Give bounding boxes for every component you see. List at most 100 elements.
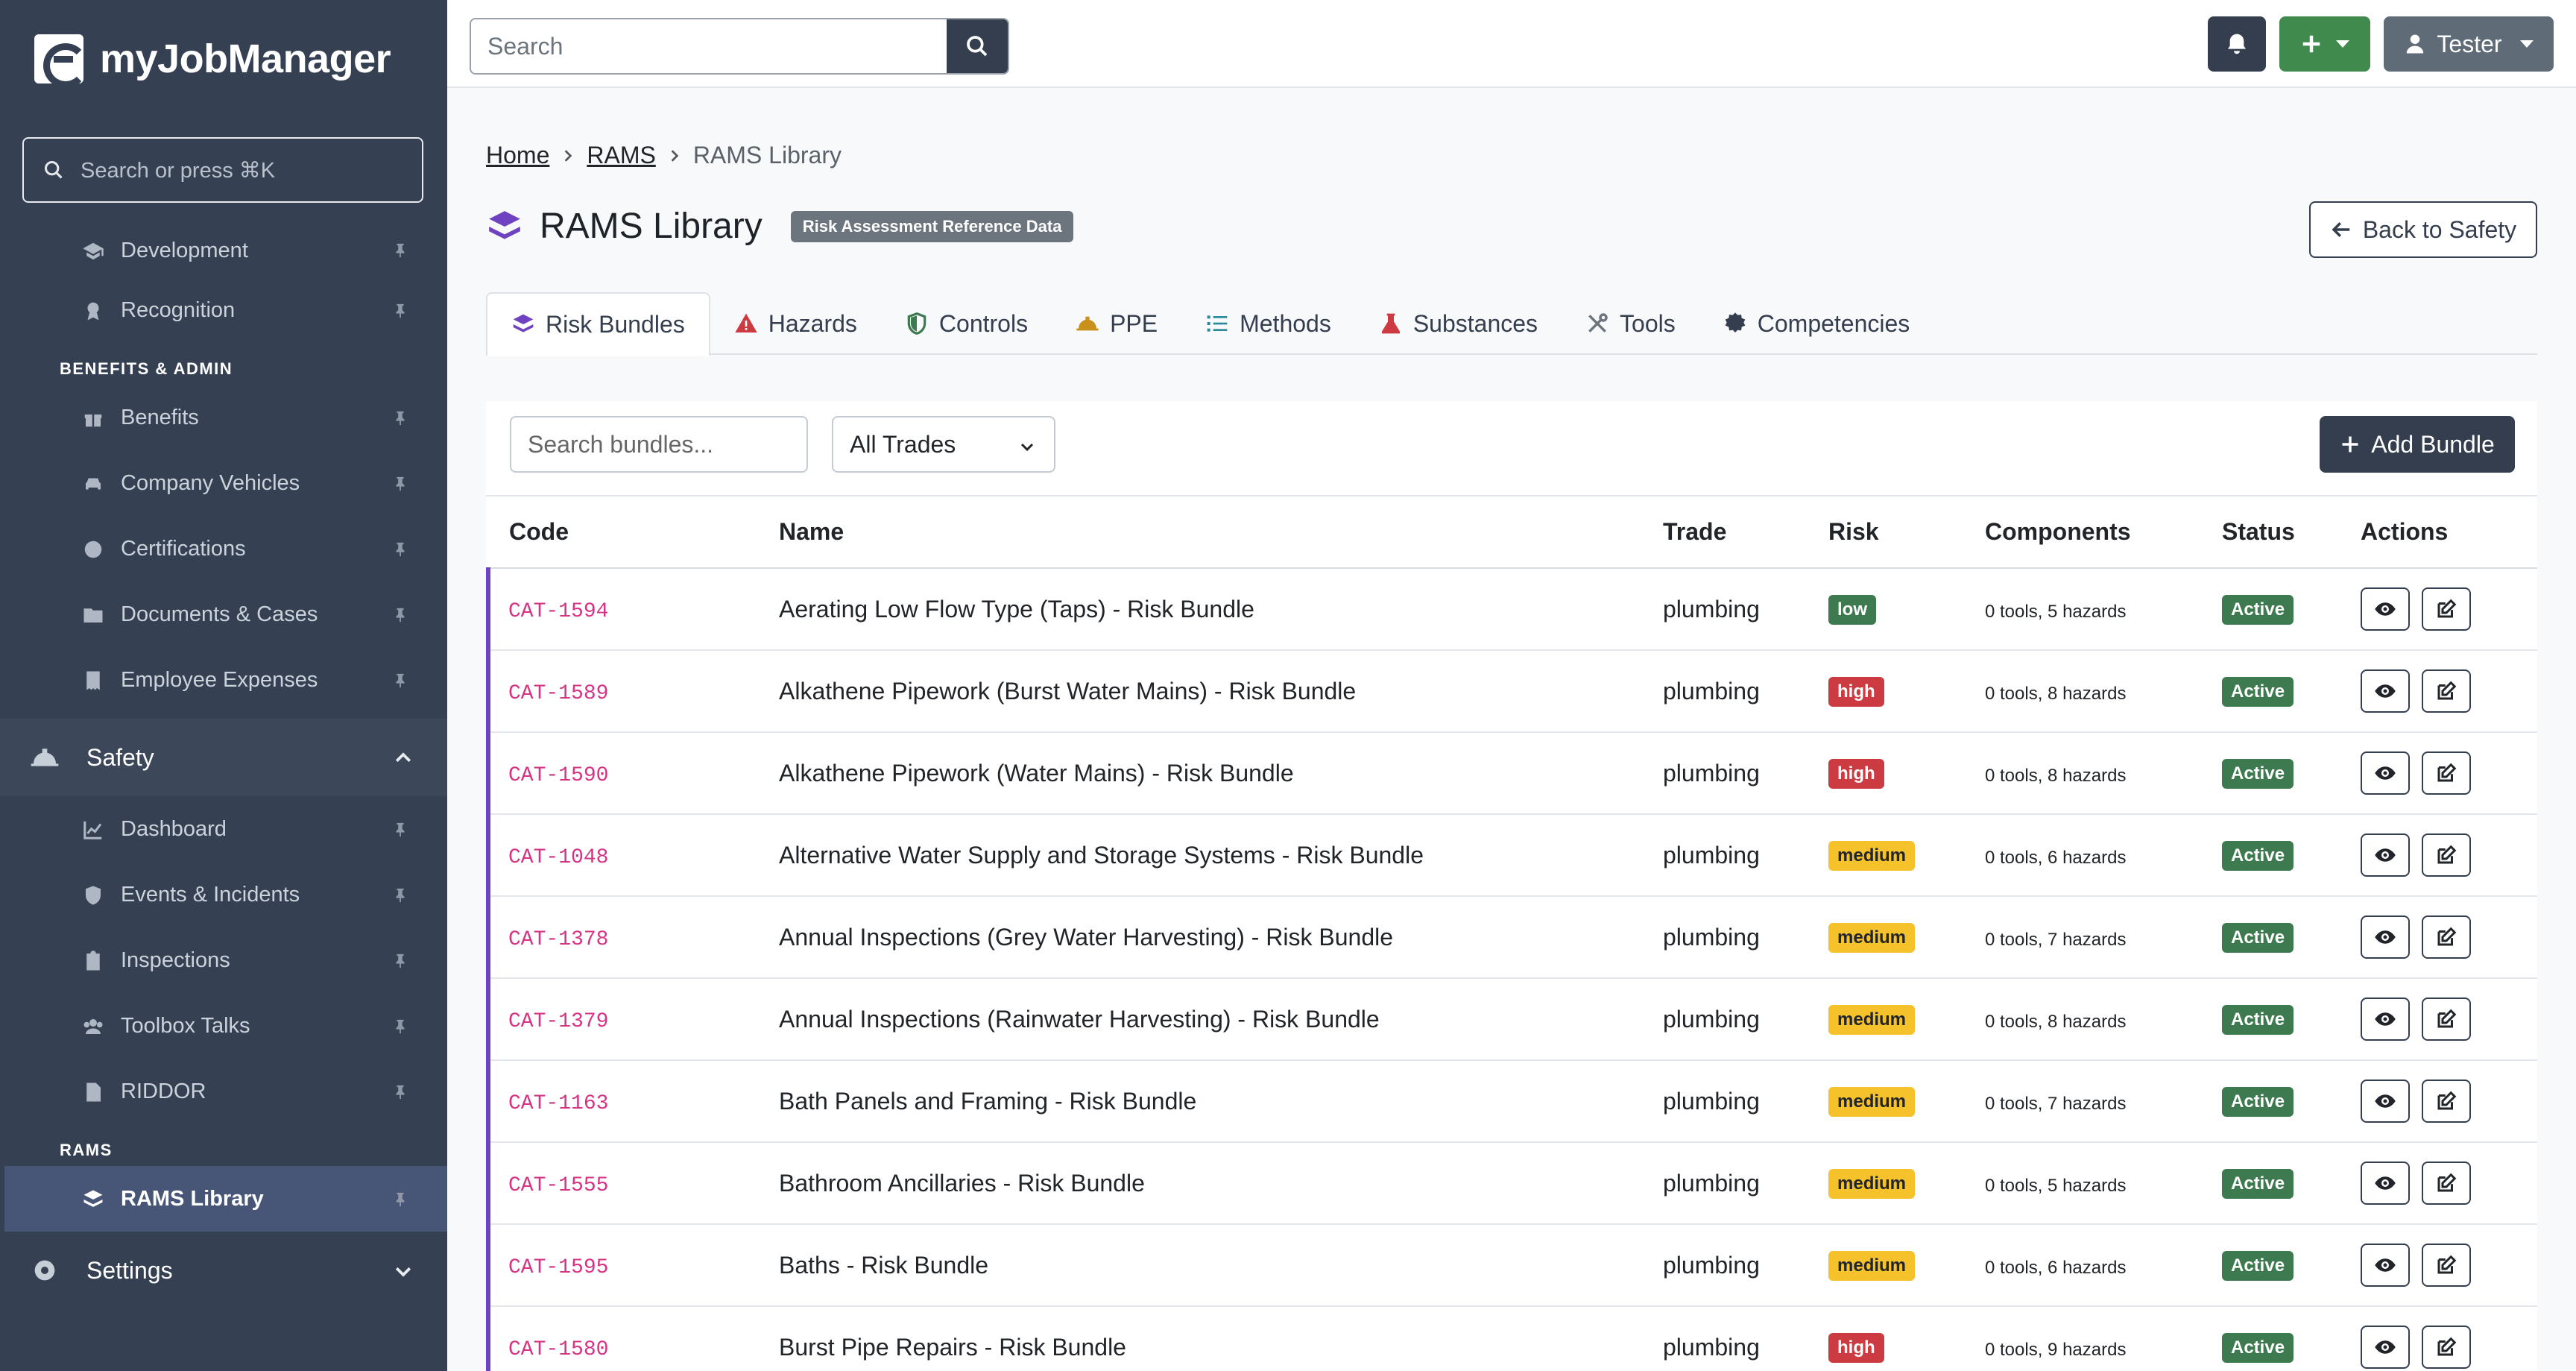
tab-risk-bundles[interactable]: Risk Bundles <box>486 292 710 356</box>
tab-hazards[interactable]: Hazards <box>710 292 881 355</box>
view-button[interactable] <box>2361 751 2410 795</box>
edit-button[interactable] <box>2422 1162 2471 1205</box>
pin-icon[interactable] <box>392 952 408 970</box>
edit-button[interactable] <box>2422 587 2471 631</box>
bundle-search-input[interactable] <box>510 416 808 473</box>
back-to-safety-button[interactable]: Back to Safety <box>2309 201 2537 258</box>
view-button[interactable] <box>2361 997 2410 1041</box>
pin-icon[interactable] <box>392 409 408 427</box>
pin-icon[interactable] <box>392 886 408 904</box>
sidebar-group-settings[interactable]: Settings <box>0 1232 447 1309</box>
bundle-code[interactable]: CAT-1555 <box>508 1174 608 1197</box>
notifications-button[interactable] <box>2208 16 2266 72</box>
bundle-code[interactable]: CAT-1580 <box>508 1338 608 1361</box>
view-button[interactable] <box>2361 833 2410 877</box>
view-button[interactable] <box>2361 915 2410 959</box>
bundle-components: 0 tools, 8 hazards <box>1985 1011 2127 1032</box>
tab-substances[interactable]: Substances <box>1355 292 1562 355</box>
quick-add-button[interactable] <box>2279 16 2370 72</box>
bundle-code[interactable]: CAT-1589 <box>508 682 608 705</box>
sidebar-item-documents-cases[interactable]: Documents & Cases <box>0 582 447 647</box>
sidebar-search[interactable]: Search or press ⌘K <box>22 137 423 203</box>
pin-icon[interactable] <box>392 606 408 624</box>
table-row[interactable]: CAT-1378 Annual Inspections (Grey Water H… <box>486 896 2537 979</box>
table-row[interactable]: CAT-1163 Bath Panels and Framing - Risk B… <box>486 1060 2537 1143</box>
bundle-code[interactable]: CAT-1048 <box>508 846 608 869</box>
column-header-code[interactable]: Code <box>488 497 779 569</box>
sidebar-item-toolbox-talks[interactable]: Toolbox Talks <box>0 993 447 1059</box>
user-menu-button[interactable]: Tester <box>2384 16 2554 72</box>
edit-button[interactable] <box>2422 1326 2471 1369</box>
view-button[interactable] <box>2361 1326 2410 1369</box>
column-header-components[interactable]: Components <box>1985 497 2222 569</box>
sidebar-item-rams-library[interactable]: RAMS Library <box>4 1166 447 1232</box>
tab-tools[interactable]: Tools <box>1562 292 1699 355</box>
global-search-button[interactable] <box>947 19 1008 73</box>
column-header-name[interactable]: Name <box>779 497 1663 569</box>
table-row[interactable]: CAT-1595 Baths - Risk Bundle plumbing mediu… <box>486 1224 2537 1307</box>
edit-button[interactable] <box>2422 833 2471 877</box>
sidebar-group-safety[interactable]: Safety <box>0 719 447 796</box>
pin-icon[interactable] <box>392 821 408 839</box>
table-row[interactable]: CAT-1555 Bathroom Ancillaries - Risk Bund… <box>486 1142 2537 1225</box>
sidebar-item-employee-expenses[interactable]: Employee Expenses <box>0 647 447 713</box>
pin-icon[interactable] <box>392 302 408 320</box>
sidebar-item-riddor[interactable]: RIDDOR <box>0 1059 447 1124</box>
edit-button[interactable] <box>2422 915 2471 959</box>
breadcrumb-rams[interactable]: RAMS <box>587 142 655 169</box>
pin-icon[interactable] <box>392 1083 408 1101</box>
sidebar-item-recognition[interactable]: Recognition <box>0 277 447 343</box>
graduation-cap-icon <box>82 240 104 262</box>
view-button[interactable] <box>2361 1244 2410 1287</box>
sidebar-item-benefits[interactable]: Benefits <box>0 385 447 450</box>
table-row[interactable]: CAT-1589 Alkathene Pipework (Burst Water … <box>486 650 2537 733</box>
sidebar-item-company-vehicles[interactable]: Company Vehicles <box>0 450 447 516</box>
column-header-actions: Actions <box>2361 497 2537 569</box>
tab-methods[interactable]: Methods <box>1181 292 1355 355</box>
sidebar-item-development[interactable]: Development <box>0 224 447 277</box>
table-row[interactable]: CAT-1580 Burst Pipe Repairs - Risk Bundle… <box>486 1306 2537 1371</box>
view-button[interactable] <box>2361 587 2410 631</box>
trade-select[interactable]: All Trades <box>832 416 1055 473</box>
column-header-status[interactable]: Status <box>2222 497 2361 569</box>
table-row[interactable]: CAT-1379 Annual Inspections (Rainwater Ha… <box>486 978 2537 1061</box>
risk-badge: high <box>1828 677 1884 707</box>
pin-icon[interactable] <box>392 1018 408 1036</box>
tab-ppe[interactable]: PPE <box>1052 292 1181 355</box>
table-row[interactable]: CAT-1048 Alternative Water Supply and Sto… <box>486 814 2537 897</box>
tab-controls[interactable]: Controls <box>881 292 1052 355</box>
bundle-code[interactable]: CAT-1379 <box>508 1010 608 1033</box>
pin-icon[interactable] <box>392 540 408 558</box>
edit-button[interactable] <box>2422 669 2471 713</box>
sidebar-item-inspections[interactable]: Inspections <box>0 927 447 993</box>
app-logo[interactable]: myJobManager <box>34 34 391 88</box>
pin-icon[interactable] <box>392 242 408 259</box>
bundle-code[interactable]: CAT-1594 <box>508 600 608 623</box>
column-header-trade[interactable]: Trade <box>1663 497 1828 569</box>
table-row[interactable]: CAT-1590 Alkathene Pipework (Water Mains)… <box>486 732 2537 815</box>
view-button[interactable] <box>2361 1080 2410 1123</box>
edit-button[interactable] <box>2422 1244 2471 1287</box>
table-row[interactable]: CAT-1594 Aerating Low Flow Type (Taps) - … <box>486 568 2537 651</box>
bundle-code[interactable]: CAT-1590 <box>508 764 608 787</box>
tab-competencies[interactable]: Competencies <box>1699 292 1934 355</box>
sidebar-item-dashboard[interactable]: Dashboard <box>0 796 447 862</box>
edit-button[interactable] <box>2422 751 2471 795</box>
add-bundle-button[interactable]: Add Bundle <box>2320 416 2515 473</box>
global-search-input[interactable] <box>471 19 947 73</box>
view-button[interactable] <box>2361 1162 2410 1205</box>
pin-icon[interactable] <box>392 475 408 493</box>
pin-icon[interactable] <box>392 1191 408 1208</box>
breadcrumb-home[interactable]: Home <box>486 142 549 169</box>
edit-button[interactable] <box>2422 997 2471 1041</box>
bundle-code[interactable]: CAT-1163 <box>508 1092 608 1115</box>
pin-icon[interactable] <box>392 672 408 690</box>
bundle-code[interactable]: CAT-1378 <box>508 928 608 951</box>
bundle-code[interactable]: CAT-1595 <box>508 1256 608 1279</box>
edit-button[interactable] <box>2422 1080 2471 1123</box>
view-button[interactable] <box>2361 669 2410 713</box>
column-header-risk[interactable]: Risk <box>1828 497 1985 569</box>
risk-badge: medium <box>1828 1087 1916 1117</box>
sidebar-item-certifications[interactable]: Certifications <box>0 516 447 582</box>
sidebar-item-events-incidents[interactable]: Events & Incidents <box>0 862 447 927</box>
